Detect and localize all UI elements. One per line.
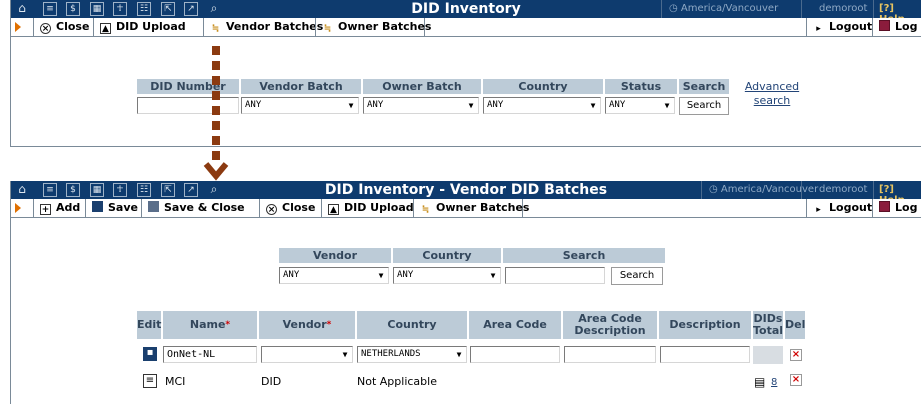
header-country: Country: [483, 79, 603, 94]
toolbar-arrow-icon: [15, 203, 21, 213]
header-status: Status: [605, 79, 677, 94]
add-button[interactable]: + Add: [33, 199, 85, 217]
did-inventory-panel: ⌂ ≡ $ ▦ ☥ ☷ ⇱ ↗ ⌕ DID Inventory ◷ Americ…: [10, 0, 921, 147]
help-icon: [?]: [879, 184, 894, 195]
col-name: Name*: [163, 311, 257, 339]
chevron-down-icon: ▼: [452, 347, 466, 362]
row-vendor: DID: [261, 375, 282, 388]
edit-icon[interactable]: ≡: [143, 374, 157, 388]
col-edit: Edit: [137, 311, 161, 339]
logout-button[interactable]: ▸ Logout: [806, 18, 872, 36]
logout-icon: ▸: [816, 205, 821, 215]
log-icon: [879, 20, 890, 31]
name-input[interactable]: OnNet-NL: [163, 346, 257, 363]
save-close-button[interactable]: Save & Close: [141, 199, 259, 217]
delete-icon[interactable]: ×: [790, 349, 802, 361]
header-country: Country: [393, 248, 501, 263]
required-marker: *: [326, 320, 332, 330]
header-search: Search: [503, 248, 665, 263]
user-label[interactable]: demoroot: [819, 3, 867, 14]
batches-icon: ≒: [323, 24, 332, 34]
chevron-down-icon: ▼: [344, 98, 358, 113]
help-icon: [?]: [879, 3, 894, 14]
chevron-down-icon: ▼: [660, 98, 674, 113]
header-vendor: Vendor: [279, 248, 391, 263]
logout-button[interactable]: ▸ Logout: [806, 199, 872, 217]
dids-total-cell: [753, 346, 783, 364]
area-code-description-input[interactable]: [564, 346, 656, 363]
add-icon: +: [40, 204, 51, 215]
toolbar: + Add Save Save & Close × Close ▲ DID Uploa…: [11, 199, 921, 218]
header-vendor-batch: Vendor Batch: [241, 79, 361, 94]
did-upload-button[interactable]: ▲ DID Upload: [321, 199, 414, 217]
page-title: DID Inventory: [411, 1, 521, 17]
top-bar: ⌂ ≡ $ ▦ ☥ ☷ ⇱ ↗ ⌕ DID Inventory - Vendor…: [11, 181, 921, 206]
owner-batch-select[interactable]: ANY ▼: [363, 97, 479, 114]
navigation-arrow: [203, 46, 229, 181]
batches-icon: ≒: [421, 205, 430, 215]
logout-icon: ▸: [816, 24, 821, 34]
log-button[interactable]: Log: [872, 18, 921, 36]
owner-batches-button[interactable]: ≒ Owner Batches: [315, 18, 431, 36]
row-name: MCI: [165, 375, 186, 388]
delete-icon[interactable]: ×: [790, 374, 802, 386]
advanced-search-link[interactable]: Advanced search: [742, 80, 802, 108]
vendor-batches-button[interactable]: ≒ Vendor Batches: [203, 18, 323, 36]
area-code-input[interactable]: [470, 346, 560, 363]
save-row-icon[interactable]: ▪: [143, 347, 157, 361]
col-vendor: Vendor*: [259, 311, 355, 339]
close-button[interactable]: × Close: [33, 18, 93, 36]
col-dids-total: DIDs Total: [753, 311, 784, 339]
chevron-down-icon: ▼: [486, 268, 500, 283]
search-button[interactable]: Search: [611, 267, 663, 285]
close-button[interactable]: × Close: [259, 199, 321, 217]
chevron-down-icon: ▼: [586, 98, 600, 113]
upload-icon: ▲: [100, 23, 111, 34]
col-del: Del: [785, 311, 805, 339]
status-select[interactable]: ANY ▼: [605, 97, 675, 114]
log-icon: [879, 201, 890, 212]
owner-batches-button[interactable]: ≒ Owner Batches: [413, 199, 529, 217]
timezone-label[interactable]: ◷ America/Vancouver: [669, 3, 778, 14]
country-select[interactable]: ANY ▼: [393, 267, 501, 284]
upload-icon: ▲: [328, 204, 339, 215]
search-button[interactable]: Search: [679, 97, 729, 115]
save-button[interactable]: Save: [85, 199, 141, 217]
chevron-down-icon: ▼: [374, 268, 388, 283]
vendor-batch-select[interactable]: ANY ▼: [241, 97, 359, 114]
top-bar: ⌂ ≡ $ ▦ ☥ ☷ ⇱ ↗ ⌕ DID Inventory ◷ Americ…: [11, 0, 921, 25]
col-area-code-description: Area Code Description: [563, 311, 657, 339]
save-icon: [92, 201, 103, 212]
country-select[interactable]: ANY ▼: [483, 97, 601, 114]
vendor-did-batches-panel: ⌂ ≡ $ ▦ ☥ ☷ ⇱ ↗ ⌕ DID Inventory - Vendor…: [10, 181, 921, 404]
save-close-icon: [148, 201, 159, 212]
dids-total-link[interactable]: 8: [771, 376, 777, 390]
toolbar: × Close ▲ DID Upload ≒ Vendor Batches ≒ Owne…: [11, 18, 921, 37]
chevron-down-icon: ▼: [464, 98, 478, 113]
vendor-row-select[interactable]: ▼: [261, 346, 353, 363]
col-description: Description: [659, 311, 751, 339]
dids-icon: ▤: [754, 375, 766, 389]
country-row-select[interactable]: NETHERLANDS ▼: [357, 346, 467, 363]
col-country: Country: [357, 311, 467, 339]
vendor-select[interactable]: ANY ▼: [279, 267, 389, 284]
user-label[interactable]: demoroot: [819, 184, 867, 195]
header-search: Search: [679, 79, 729, 94]
toolbar-arrow-icon: [15, 22, 21, 32]
close-icon: ×: [266, 204, 277, 215]
chevron-down-icon: ▼: [338, 347, 352, 362]
clock-icon: ◷: [709, 184, 721, 195]
batches-icon: ≒: [211, 24, 220, 34]
search-input[interactable]: [505, 267, 605, 284]
clock-icon: ◷: [669, 3, 681, 14]
close-icon: ×: [40, 23, 51, 34]
col-area-code: Area Code: [469, 311, 561, 339]
log-button[interactable]: Log: [872, 199, 921, 217]
header-owner-batch: Owner Batch: [363, 79, 481, 94]
did-upload-button[interactable]: ▲ DID Upload: [93, 18, 203, 36]
description-input[interactable]: [660, 346, 750, 363]
row-country: Not Applicable: [357, 375, 437, 388]
required-marker: *: [225, 320, 231, 330]
